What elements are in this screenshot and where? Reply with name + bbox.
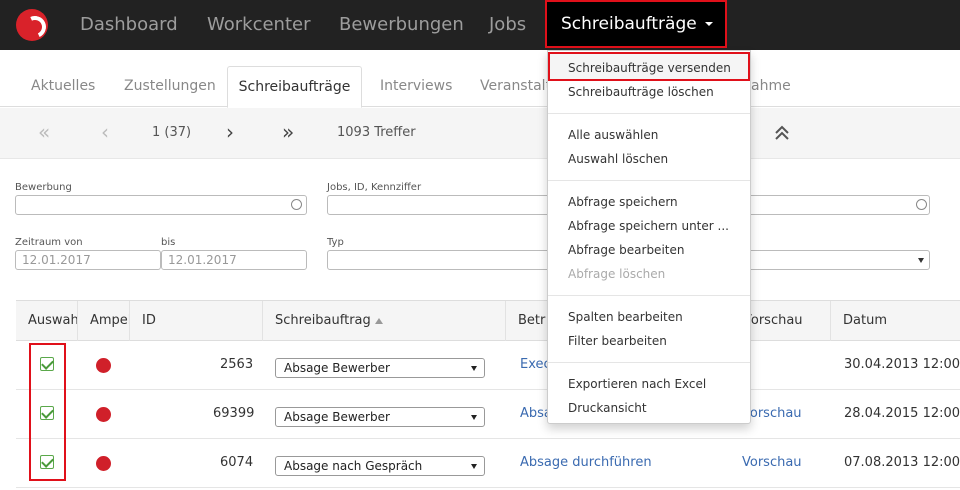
auftrag-select[interactable]: Absage nach Gespräch	[275, 456, 485, 476]
menu-save-query[interactable]: Abfrage speichern	[568, 195, 678, 209]
menu-divider	[548, 113, 750, 114]
caret-down-icon	[704, 22, 713, 26]
table-row: 69399 Absage Bewerber Absa Vorschau 28.0…	[16, 390, 960, 439]
row-datum: 30.04.2013 12:00	[844, 357, 960, 372]
bewerbung-label: Bewerbung	[15, 182, 72, 193]
auftrag-select-value: Absage nach Gespräch	[284, 459, 423, 473]
nav-jobs[interactable]: Jobs	[489, 0, 526, 50]
col-datum[interactable]: Datum	[831, 301, 960, 341]
menu-save-query-as[interactable]: Abfrage speichern unter ...	[568, 219, 729, 233]
auftrag-select-value: Absage Bewerber	[284, 361, 390, 375]
menu-delete-orders[interactable]: Schreibaufträge löschen	[568, 85, 714, 99]
app-logo-icon[interactable]	[16, 9, 48, 41]
select-arrow-icon	[471, 415, 477, 420]
first-page-icon[interactable]: «	[38, 120, 50, 144]
tab-interviews[interactable]: Interviews	[380, 66, 452, 107]
menu-edit-query[interactable]: Abfrage bearbeiten	[568, 243, 684, 257]
nav-workcenter[interactable]: Workcenter	[207, 0, 311, 50]
nav-schreibauftraege[interactable]: Schreibaufträge	[545, 0, 727, 48]
zeitraum-label: Zeitraum von	[15, 237, 83, 248]
table-header: Auswah Ampel ID Schreibauftrag Betr Vors…	[16, 300, 960, 341]
row-datum: 28.04.2015 12:00	[844, 406, 960, 421]
next-page-icon[interactable]: ›	[226, 120, 234, 144]
menu-edit-filters[interactable]: Filter bearbeiten	[568, 334, 667, 348]
sort-asc-icon	[374, 317, 383, 324]
checkbox-highlight-frame	[29, 343, 66, 481]
tab-uebernahme[interactable]: ahme	[751, 66, 791, 107]
col-schreibauftrag-label: Schreibauftrag	[275, 313, 371, 328]
last-page-icon[interactable]: »	[282, 120, 294, 144]
tab-aktuelles[interactable]: Aktuelles	[31, 66, 95, 107]
menu-export-excel[interactable]: Exportieren nach Excel	[568, 377, 706, 391]
collapse-up-icon[interactable]	[773, 124, 791, 142]
tab-bar: Aktuelles Zustellungen Schreibaufträge I…	[0, 50, 960, 108]
date-from-input[interactable]: 12.01.2017	[15, 250, 161, 270]
bewerbung-input[interactable]	[15, 195, 307, 215]
select-arrow-icon	[471, 464, 477, 469]
menu-divider	[548, 362, 750, 363]
row-id: 6074	[220, 455, 254, 470]
menu-clear-selection[interactable]: Auswahl löschen	[568, 152, 668, 166]
date-to-input[interactable]: 12.01.2017	[161, 250, 307, 270]
menu-edit-columns[interactable]: Spalten bearbeiten	[568, 310, 683, 324]
menu-select-all[interactable]: Alle auswählen	[568, 128, 658, 142]
nav-schreibauftraege-label: Schreibaufträge	[561, 14, 697, 34]
nav-bewerbungen[interactable]: Bewerbungen	[339, 0, 464, 50]
auftrag-select-value: Absage Bewerber	[284, 410, 390, 424]
prev-page-icon[interactable]: ‹	[101, 120, 109, 144]
hit-count: 1093 Treffer	[337, 125, 416, 140]
table-row: 2563 Absage Bewerber Exec 30.04.2013 12:…	[16, 341, 960, 390]
vorschau-link[interactable]: Vorschau	[742, 455, 802, 470]
menu-divider	[548, 180, 750, 181]
col-schreibauftrag[interactable]: Schreibauftrag	[263, 301, 506, 341]
betreff-link[interactable]: Absage durchführen	[520, 455, 652, 470]
tab-veranstaltungen[interactable]: Veranstalt	[480, 66, 551, 107]
bis-label: bis	[161, 237, 176, 248]
pager-bar: « ‹ 1 (37) › » 1093 Treffer	[0, 108, 960, 159]
menu-divider	[548, 295, 750, 296]
status-red-dot-icon	[96, 456, 111, 471]
top-navbar: Dashboard Workcenter Bewerbungen Jobs Sc…	[0, 0, 960, 50]
auftrag-select[interactable]: Absage Bewerber	[275, 407, 485, 427]
select-arrow-icon	[471, 366, 477, 371]
nav-dashboard[interactable]: Dashboard	[80, 0, 178, 50]
menu-print-view[interactable]: Druckansicht	[568, 401, 647, 415]
typ-select-arrow-icon	[918, 258, 924, 263]
auftrag-select[interactable]: Absage Bewerber	[275, 358, 485, 378]
row-id: 69399	[213, 406, 255, 421]
search-circle-icon[interactable]	[291, 199, 302, 210]
menu-delete-query: Abfrage löschen	[568, 267, 666, 281]
col-ampel[interactable]: Ampel	[78, 301, 130, 341]
schreibauftraege-dropdown: Schreibaufträge versenden Schreibaufträg…	[547, 50, 751, 424]
status-red-dot-icon	[96, 407, 111, 422]
row-id: 2563	[220, 357, 254, 372]
col-auswahl[interactable]: Auswah	[16, 301, 78, 341]
jobs-label: Jobs, ID, Kennziffer	[327, 182, 422, 193]
tab-schreibauftraege[interactable]: Schreibaufträge	[227, 66, 362, 108]
row-datum: 07.08.2013 12:00	[844, 455, 960, 470]
status-red-dot-icon	[96, 358, 111, 373]
tab-zustellungen[interactable]: Zustellungen	[124, 66, 216, 107]
page-indicator: 1 (37)	[152, 125, 192, 140]
search-circle-icon-2[interactable]	[916, 199, 927, 210]
menu-send[interactable]: Schreibaufträge versenden	[568, 61, 731, 75]
typ-label: Typ	[327, 237, 344, 248]
table-row: 6074 Absage nach Gespräch Absage durchfü…	[16, 439, 960, 488]
col-id[interactable]: ID	[130, 301, 263, 341]
